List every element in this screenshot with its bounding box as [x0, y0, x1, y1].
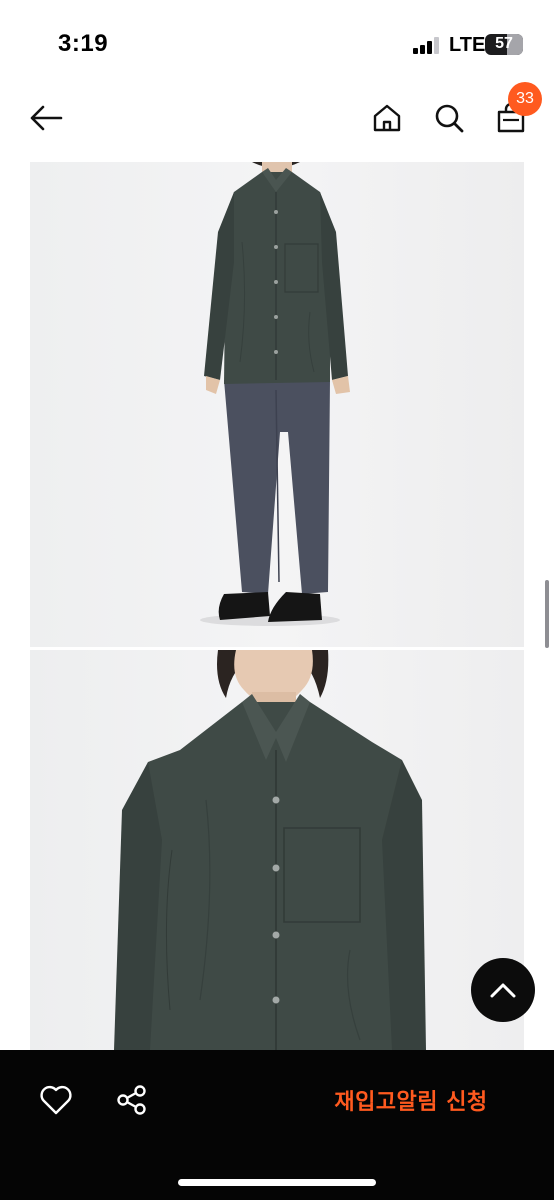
home-indicator	[178, 1179, 376, 1186]
search-button[interactable]	[427, 96, 471, 140]
search-icon	[435, 104, 464, 133]
home-icon	[373, 104, 401, 132]
chevron-up-icon	[490, 983, 516, 998]
scroll-to-top-button[interactable]	[471, 958, 535, 1022]
home-button[interactable]	[365, 96, 409, 140]
arrow-left-icon	[30, 105, 63, 131]
network-type: LTE	[449, 34, 486, 56]
product-photo-closeup[interactable]	[30, 650, 524, 1050]
scroll-indicator[interactable]	[545, 580, 549, 648]
product-photo-full-body[interactable]	[30, 162, 524, 647]
heart-icon	[40, 1085, 72, 1115]
restock-alert-button[interactable]: 재입고알림 신청	[316, 1080, 506, 1120]
back-button[interactable]	[24, 96, 68, 140]
cart-count-badge: 33	[508, 82, 542, 116]
product-image-list	[0, 162, 554, 1050]
signal-icon	[413, 36, 441, 54]
battery-icon: 57	[485, 34, 523, 55]
like-button[interactable]	[32, 1078, 80, 1122]
app-header	[0, 88, 554, 152]
share-button[interactable]	[108, 1078, 156, 1122]
battery-level: 57	[495, 35, 513, 52]
status-bar: 3:19 LTE 57	[0, 0, 554, 88]
product-detail-screen: 3:19 LTE 57 33 재입고알림 신청	[0, 0, 554, 1200]
status-time: 3:19	[58, 30, 109, 57]
model-full-body-illustration	[200, 162, 350, 626]
bottom-action-bar: 재입고알림 신청	[0, 1050, 554, 1200]
model-closeup-illustration	[114, 650, 426, 1050]
share-icon	[117, 1085, 146, 1115]
